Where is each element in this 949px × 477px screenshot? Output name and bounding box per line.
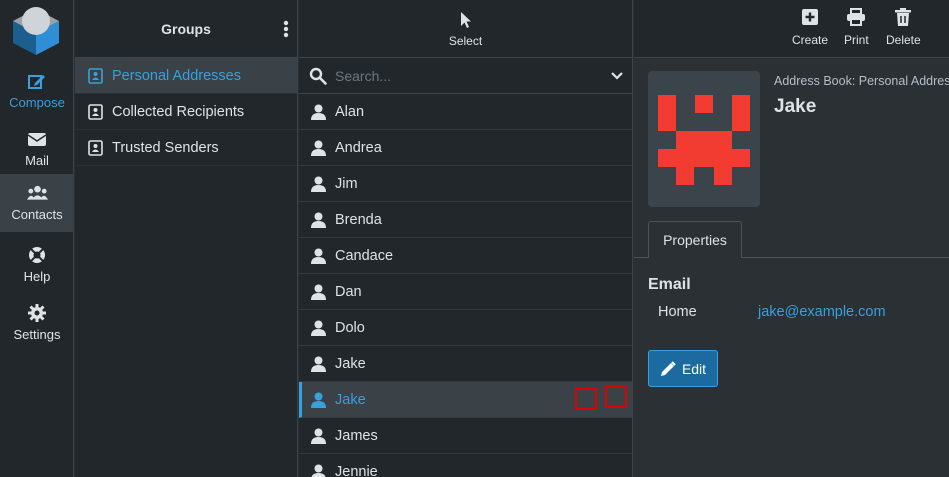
select-button[interactable]: Select xyxy=(299,0,632,58)
edit-button[interactable]: Edit xyxy=(648,350,718,387)
contact-name: Andrea xyxy=(335,139,382,156)
person-icon xyxy=(311,320,326,336)
nav-compose-label: Compose xyxy=(9,95,65,110)
address-book-label: Address Book: Personal Addres xyxy=(774,74,949,88)
group-label: Trusted Senders xyxy=(112,139,219,156)
groups-panel: Groups Personal Addresses Collected Reci… xyxy=(75,0,298,477)
email-link[interactable]: jake@example.com xyxy=(758,304,886,320)
person-icon xyxy=(311,464,326,477)
contact-row[interactable]: Jim xyxy=(299,166,632,202)
contact-row[interactable]: Jennie xyxy=(299,454,632,477)
contact-row[interactable]: Alan xyxy=(299,94,632,130)
print-button[interactable]: Print xyxy=(844,8,869,47)
roundcube-logo[interactable] xyxy=(9,3,63,55)
groups-title: Groups xyxy=(161,20,211,37)
contact-row[interactable]: Brenda xyxy=(299,202,632,238)
address-book-icon xyxy=(88,139,103,156)
toolbar: Create Print Delete xyxy=(634,0,949,58)
group-collected-recipients[interactable]: Collected Recipients xyxy=(75,94,297,130)
email-type-label: Home xyxy=(658,304,697,320)
contact-name: Dan xyxy=(335,283,362,300)
contact-row-selected[interactable]: Jake xyxy=(299,382,632,418)
nav-help[interactable]: Help xyxy=(0,236,74,294)
contact-row[interactable]: Candace xyxy=(299,238,632,274)
kebab-menu-icon[interactable] xyxy=(283,20,289,38)
search-bar[interactable]: Search... xyxy=(299,58,632,94)
trash-icon xyxy=(895,8,912,26)
search-input[interactable]: Search... xyxy=(335,68,632,84)
contact-name: Jake xyxy=(335,355,366,372)
delete-button[interactable]: Delete xyxy=(886,8,921,47)
contact-name: Jim xyxy=(335,175,358,192)
contact-row[interactable]: Dan xyxy=(299,274,632,310)
cursor-icon xyxy=(460,12,471,28)
nav-help-label: Help xyxy=(23,269,51,284)
search-icon xyxy=(309,67,327,85)
group-personal-addresses[interactable]: Personal Addresses xyxy=(75,58,297,94)
nav-settings[interactable]: Settings xyxy=(0,294,74,352)
print-label: Print xyxy=(844,33,869,47)
main-nav: Compose Mail Contacts Help Settings xyxy=(0,0,74,477)
person-icon xyxy=(311,248,326,264)
contact-name: Brenda xyxy=(335,211,382,228)
contact-row[interactable]: Dolo xyxy=(299,310,632,346)
contacts-icon xyxy=(26,185,48,200)
create-button[interactable]: Create xyxy=(792,8,828,47)
identicon-image xyxy=(658,95,750,185)
contact-name: James xyxy=(335,427,378,444)
groups-header: Groups xyxy=(75,0,297,58)
plus-square-icon xyxy=(802,9,819,25)
person-icon xyxy=(311,392,326,408)
address-book-icon xyxy=(88,67,103,84)
contact-avatar xyxy=(648,71,760,207)
gear-icon xyxy=(28,304,46,322)
tab-divider xyxy=(634,257,648,258)
person-icon xyxy=(311,140,326,156)
person-icon xyxy=(311,212,326,228)
nav-settings-label: Settings xyxy=(13,327,61,342)
nav-mail-label: Mail xyxy=(25,153,49,168)
group-trusted-senders[interactable]: Trusted Senders xyxy=(75,130,297,166)
group-label: Collected Recipients xyxy=(112,103,245,120)
tab-properties[interactable]: Properties xyxy=(648,221,742,258)
contact-list-panel: Select Search... Alan Andrea Jim Brenda … xyxy=(299,0,633,477)
contact-row[interactable]: Andrea xyxy=(299,130,632,166)
create-label: Create xyxy=(792,33,829,47)
email-section-heading: Email xyxy=(648,276,691,293)
select-label: Select xyxy=(448,34,483,48)
nav-contacts[interactable]: Contacts xyxy=(0,174,74,232)
pencil-icon xyxy=(660,360,676,376)
group-label: Personal Addresses xyxy=(112,67,241,84)
nav-compose[interactable]: Compose xyxy=(0,62,74,120)
chevron-down-icon[interactable] xyxy=(611,71,623,81)
highlight-box xyxy=(575,388,597,410)
mail-icon xyxy=(28,133,46,146)
nav-contacts-label: Contacts xyxy=(11,207,63,222)
person-icon xyxy=(311,284,326,300)
help-icon xyxy=(29,247,45,263)
person-icon xyxy=(311,104,326,120)
contact-detail-panel: Create Print Delete Address Book: Person… xyxy=(634,0,949,477)
contact-name: Jake xyxy=(335,391,366,408)
print-icon xyxy=(847,8,866,26)
nav-mail[interactable]: Mail xyxy=(0,120,74,178)
person-icon xyxy=(311,176,326,192)
contact-row[interactable]: James xyxy=(299,418,632,454)
delete-label: Delete xyxy=(886,33,921,47)
contact-name-heading: Jake xyxy=(774,96,817,117)
edit-label: Edit xyxy=(681,360,707,377)
person-icon xyxy=(311,428,326,444)
highlight-box xyxy=(605,386,627,408)
compose-icon xyxy=(28,75,45,89)
address-book-icon xyxy=(88,103,103,120)
contact-name: Jennie xyxy=(335,463,378,477)
contact-name: Dolo xyxy=(335,319,365,336)
tab-label: Properties xyxy=(663,232,727,248)
person-icon xyxy=(311,356,326,372)
contact-name: Candace xyxy=(335,247,394,264)
tab-divider xyxy=(742,257,949,258)
contact-name: Alan xyxy=(335,103,365,120)
contact-row[interactable]: Jake xyxy=(299,346,632,382)
